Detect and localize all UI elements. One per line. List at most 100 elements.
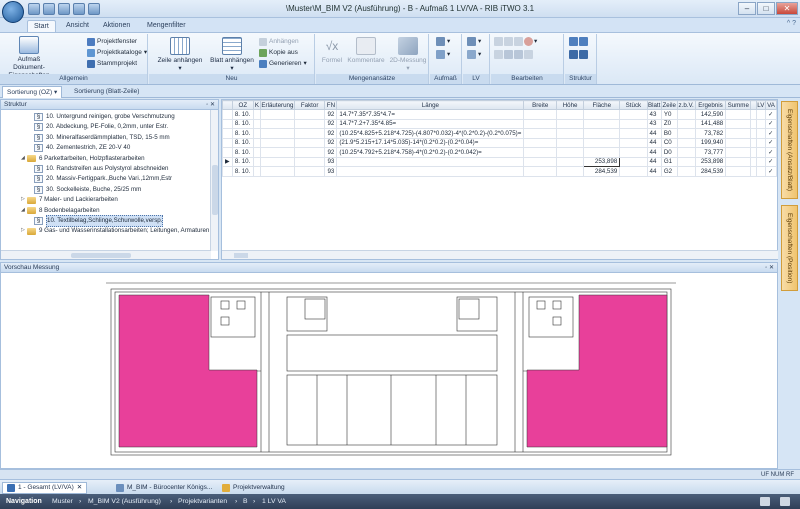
tree-position-item[interactable]: § 20. Massiv-Fertigpark.,Buche Vari.,12mm… <box>34 174 172 184</box>
tab-sortierung-blatt[interactable]: Sortierung (Blatt-Zeile) <box>70 86 143 98</box>
doc-tab-bim[interactable]: M_BIM - Bürocenter Königs... <box>112 482 216 494</box>
table-cell[interactable] <box>222 128 233 139</box>
tree-position-item[interactable]: § 30. Sockelleiste, Buche, 25/25 mm <box>34 185 141 195</box>
column-header[interactable]: Ergebnis <box>694 100 727 110</box>
table-cell[interactable]: (10.25*4.792+5.218*4.758)-4*(0.2*0.2)-(0… <box>336 147 525 158</box>
table-cell[interactable]: 92 <box>324 137 338 148</box>
table-cell[interactable] <box>755 137 767 148</box>
tab-start[interactable]: Start <box>27 20 56 32</box>
table-cell[interactable] <box>676 109 696 120</box>
ribbon-help-icon[interactable]: ^ ? <box>787 20 796 27</box>
table-cell[interactable] <box>293 118 326 129</box>
table-cell[interactable] <box>252 109 262 120</box>
tree-vertical-scrollbar[interactable] <box>210 110 218 251</box>
expand-icon[interactable] <box>569 37 578 46</box>
table-cell[interactable]: 73,782 <box>694 128 727 139</box>
tab-sortierung-oz[interactable]: Sortierung (OZ) ▾ <box>2 86 63 98</box>
table-cell[interactable] <box>676 166 696 177</box>
table-cell[interactable] <box>260 156 295 167</box>
side-tab-position[interactable]: Eigenschaften (Position) <box>781 205 798 291</box>
table-cell[interactable] <box>619 137 648 148</box>
table-cell[interactable] <box>556 166 585 177</box>
table-cell[interactable] <box>755 118 767 129</box>
level-up-icon[interactable] <box>569 50 578 59</box>
tree-folder-item[interactable]: ◢ 6 Parkettarbeiten, Holzpflasterarbeiten <box>21 154 145 164</box>
replace-icon[interactable] <box>514 50 523 59</box>
column-header[interactable]: z.b.V. <box>676 100 696 110</box>
table-cell[interactable] <box>252 156 262 167</box>
column-header[interactable]: Länge <box>336 100 525 110</box>
table-cell[interactable] <box>676 118 696 129</box>
table-cell[interactable] <box>755 128 767 139</box>
table-cell[interactable]: 73,777 <box>694 147 727 158</box>
table-cell[interactable]: B0 <box>660 128 678 139</box>
table-cell[interactable]: 284,539 <box>694 166 727 177</box>
table-cell[interactable]: ✓ <box>765 147 777 158</box>
table-cell[interactable]: 43 <box>646 118 662 129</box>
tree-position-item[interactable]: § 20. Abdeckung, PE-Folie, 0,2mm, unter E… <box>34 122 168 132</box>
table-cell[interactable]: 8. 10. <box>231 156 254 167</box>
undo-icon[interactable] <box>43 3 55 15</box>
table-cell[interactable] <box>583 137 621 148</box>
table-cell[interactable]: 8. 10. <box>231 128 254 139</box>
table-cell[interactable]: 92 <box>324 118 338 129</box>
table-cell[interactable] <box>755 147 767 158</box>
tree-folder-item[interactable]: ▷ 9 Gas- und Wasserinstallationsarbeiten;… <box>21 226 209 236</box>
measured-room-area[interactable] <box>118 294 258 448</box>
table-cell[interactable] <box>293 156 326 167</box>
table-cell[interactable] <box>725 128 752 139</box>
table-cell[interactable] <box>293 128 326 139</box>
table-cell[interactable] <box>260 147 295 158</box>
table-cell[interactable]: 253,898 <box>583 156 621 167</box>
table-cell[interactable] <box>260 109 295 120</box>
table-cell[interactable] <box>260 166 295 177</box>
table-cell[interactable] <box>252 118 262 129</box>
anhaengen-button[interactable]: Anhängen <box>259 37 299 46</box>
2d-messung-button[interactable]: 2D-Messung ▾ <box>388 37 428 73</box>
table-cell[interactable] <box>619 166 648 177</box>
breadcrumb-muster[interactable]: Muster <box>52 494 73 509</box>
table-cell[interactable] <box>252 147 262 158</box>
table-cell[interactable] <box>523 137 558 148</box>
print-icon[interactable] <box>73 3 85 15</box>
aufmass-tool-1[interactable]: ▾ <box>436 37 450 46</box>
table-cell[interactable] <box>260 118 295 129</box>
pin-icon[interactable]: ◦ ✕ <box>206 100 215 110</box>
table-cell[interactable]: ✓ <box>765 109 777 120</box>
find-icon[interactable] <box>504 50 513 59</box>
scroll-thumb[interactable] <box>71 253 131 258</box>
table-cell[interactable]: 199,940 <box>694 137 727 148</box>
tree-position-item[interactable]: § 30. Mineralfaserdämmplatten, TSD, 15-5 … <box>34 133 170 143</box>
table-cell[interactable]: D0 <box>660 147 678 158</box>
close-button[interactable]: ✕ <box>776 2 798 15</box>
table-row[interactable]: 8. 10. 93 284,539 44 G2 284,539 ✓ <box>222 166 777 177</box>
table-cell[interactable] <box>293 166 326 177</box>
kopie-aus-button[interactable]: Kopie aus <box>259 48 298 57</box>
lv-tool-1[interactable]: ▾ <box>467 37 481 46</box>
table-cell[interactable]: C0 <box>660 137 678 148</box>
column-header[interactable]: K <box>252 100 262 110</box>
measured-room-area[interactable] <box>526 294 668 448</box>
table-cell[interactable]: 92 <box>324 147 338 158</box>
table-cell[interactable] <box>336 166 525 177</box>
collapse-icon[interactable] <box>579 37 588 46</box>
table-cell[interactable]: 92 <box>324 128 338 139</box>
table-cell[interactable] <box>755 156 767 167</box>
table-cell[interactable]: Z0 <box>660 118 678 129</box>
tree-position-item[interactable]: § 10. Textilbelag,Schlinge,Schurwolle,ver… <box>34 215 164 227</box>
table-cell[interactable]: 93 <box>324 166 338 177</box>
move-icon[interactable] <box>494 50 503 59</box>
table-cell[interactable]: 14.7*7.35*7.35*4.7= <box>336 109 525 120</box>
close-icon[interactable]: ✕ <box>77 482 82 494</box>
tree-folder-item[interactable]: ◢ 8 Bodenbelagarbeiten <box>21 206 100 216</box>
table-cell[interactable] <box>222 147 233 158</box>
tree-folder-item[interactable]: ▷ 7 Maler- und Lackierarbeiten <box>21 195 118 205</box>
table-cell[interactable] <box>222 118 233 129</box>
filter-icon[interactable] <box>524 50 533 59</box>
lv-tool-2[interactable]: ▾ <box>467 50 481 59</box>
table-cell[interactable]: 44 <box>646 156 662 167</box>
table-cell[interactable]: 14.7*7.2+7.35*4.85= <box>336 118 525 129</box>
column-header[interactable]: OZ <box>231 100 254 110</box>
table-cell[interactable] <box>676 128 696 139</box>
table-cell[interactable] <box>676 156 696 167</box>
